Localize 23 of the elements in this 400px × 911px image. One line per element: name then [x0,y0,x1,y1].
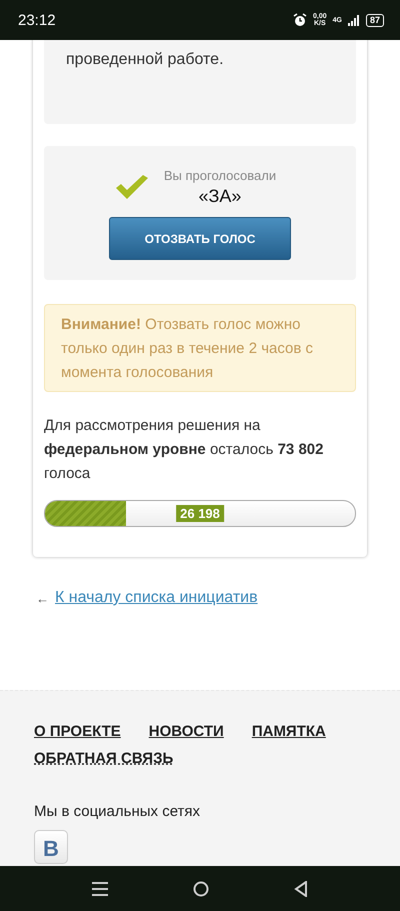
menu-icon[interactable] [92,882,108,896]
alarm-icon [293,13,308,27]
home-icon[interactable] [192,880,209,896]
status-time: 23:12 [18,12,56,28]
remaining-votes-text: Для рассмотрения решения на федеральном уровне осталось 73 802 голоса [44,416,324,484]
revoke-vote-button[interactable]: ОТОЗВАТЬ ГОЛОС [109,217,291,260]
back-arrow: ← [36,590,49,606]
battery-level: 87 [366,14,384,26]
social-title: Мы в социальных сетях [34,803,202,820]
back-icon[interactable] [294,880,308,896]
warning-text: Внимание! Отозвать голос можно только один раз в течение 2 часов с момента голосования [44,304,356,392]
back-link[interactable]: К началу списка инициатив [55,589,258,607]
signal-icon [348,14,360,26]
footer-link[interactable]: О ПРОЕКТЕ [34,723,121,740]
progress-label: 26 198 [176,505,224,522]
footer-link[interactable]: НОВОСТИ [148,723,224,740]
social-button[interactable]: В [34,830,68,864]
description-text: проведенной работе. [66,50,225,70]
check-icon [114,174,150,200]
vote-choice: «ЗА» [198,186,242,207]
footer-link[interactable]: ОБРАТНАЯ СВЯЗЬ [34,750,174,767]
footer-link[interactable]: ПАМЯТКА [252,723,326,740]
vote-caption: Вы проголосовали [164,168,276,183]
